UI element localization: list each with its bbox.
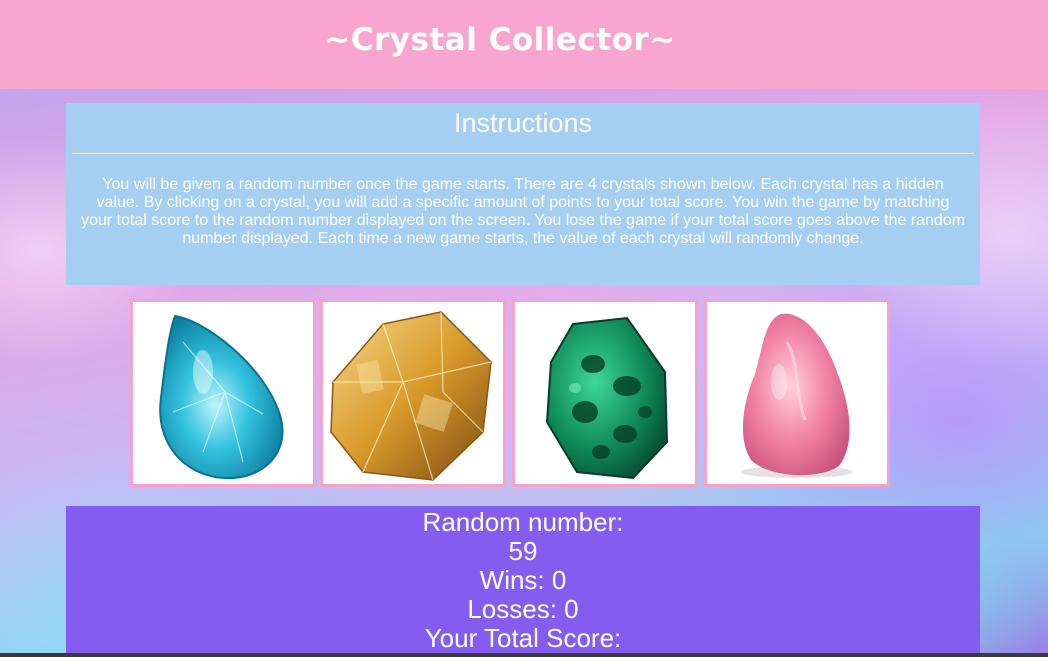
wins-counter: Wins: 0 bbox=[479, 565, 567, 595]
total-score-label: Your Total Score: bbox=[424, 623, 622, 653]
window-bottom-edge bbox=[0, 653, 1048, 657]
random-number-value: 59 bbox=[508, 536, 538, 566]
blue-crystal-image bbox=[159, 314, 284, 480]
green-crystal-image bbox=[545, 316, 669, 480]
crystal-button-green[interactable] bbox=[512, 299, 698, 487]
crystal-row bbox=[130, 299, 890, 487]
scoreboard-panel: Random number: 59 Wins: 0 Losses: 0 Your… bbox=[66, 506, 980, 657]
random-number-label: Random number: bbox=[422, 507, 624, 537]
crystal-button-amber[interactable] bbox=[320, 299, 506, 487]
instructions-text: You will be given a random number once t… bbox=[80, 176, 966, 247]
losses-counter: Losses: 0 bbox=[467, 594, 579, 624]
amber-crystal-image bbox=[330, 311, 492, 481]
page-title: ~Crystal Collector~ bbox=[324, 22, 676, 58]
crystal-button-blue[interactable] bbox=[130, 299, 316, 487]
instructions-title: Instructions bbox=[453, 108, 593, 138]
pink-crystal-image bbox=[741, 313, 853, 478]
header-bar: ~Crystal Collector~ bbox=[0, 0, 1048, 89]
instructions-panel: Instructions You will be given a random … bbox=[66, 103, 980, 285]
crystal-button-pink[interactable] bbox=[704, 299, 890, 487]
instructions-divider bbox=[72, 152, 974, 154]
